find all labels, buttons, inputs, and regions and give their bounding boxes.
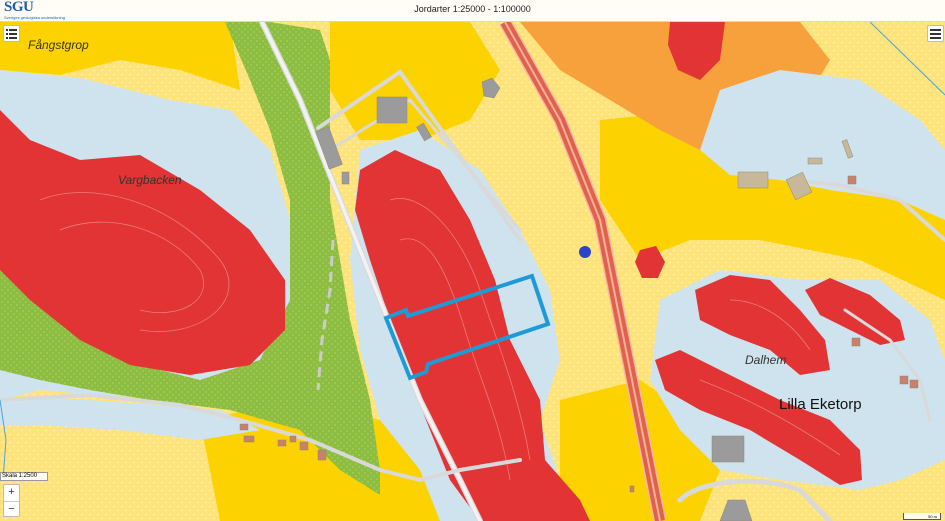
zoom-in-button[interactable]: + bbox=[4, 485, 19, 501]
sgu-logo[interactable]: SGU Sveriges geologiska undersökning bbox=[4, 0, 74, 22]
map-title: Jordarter 1:25000 - 1:100000 bbox=[414, 4, 531, 14]
place-label-dalhem: Dalhem bbox=[745, 353, 787, 367]
place-label-lilla-eketorp: Lilla Eketorp bbox=[779, 396, 862, 413]
logo-text: SGU bbox=[4, 0, 34, 15]
logo-subtitle: Sveriges geologiska undersökning bbox=[4, 15, 65, 20]
scale-label: Skala 1:2500 bbox=[0, 472, 48, 481]
location-marker[interactable] bbox=[579, 246, 591, 258]
layer-list-button[interactable] bbox=[3, 25, 20, 42]
place-label-fangstgrop: Fångstgrop bbox=[28, 38, 89, 52]
main-menu-button[interactable] bbox=[927, 25, 944, 42]
zoom-out-button[interactable]: − bbox=[4, 501, 19, 518]
place-label-vargbacken: Vargbacken bbox=[118, 173, 182, 187]
geology-map[interactable] bbox=[0, 0, 945, 521]
top-bar: Jordarter 1:25000 - 1:100000 bbox=[0, 0, 945, 22]
scale-bar: 50 m bbox=[903, 513, 941, 520]
list-icon bbox=[6, 29, 17, 39]
zoom-control: + − bbox=[3, 484, 20, 517]
hamburger-icon bbox=[930, 29, 941, 39]
